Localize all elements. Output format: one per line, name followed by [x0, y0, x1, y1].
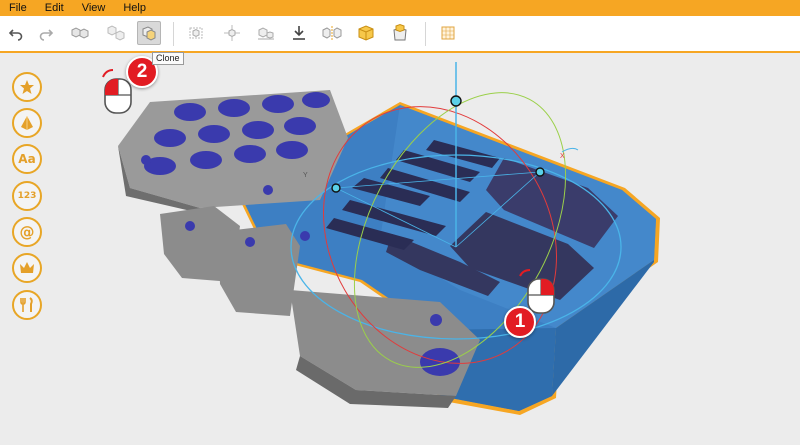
menu-bar: File Edit View Help: [0, 0, 800, 16]
toolbar-separator: [425, 22, 426, 46]
grid-icon: [441, 26, 455, 40]
at-icon: @: [19, 223, 35, 241]
distribute-button[interactable]: [220, 21, 244, 45]
tools-icon: [20, 297, 33, 312]
crown-icon: [20, 262, 34, 273]
step-callout-1: 1: [504, 306, 536, 338]
toolbar-separator: [173, 22, 174, 46]
align-button[interactable]: [184, 21, 208, 45]
menu-view[interactable]: View: [73, 0, 115, 16]
premium-button[interactable]: [12, 253, 42, 283]
group-button[interactable]: [68, 21, 92, 45]
symbols-button[interactable]: @: [12, 217, 42, 247]
arrange-icon: [258, 27, 274, 40]
number-icon: 123: [17, 191, 37, 201]
undo-button[interactable]: [4, 21, 28, 45]
ungroup-button[interactable]: [104, 21, 128, 45]
numbers-button[interactable]: 123: [12, 181, 42, 211]
clone-tooltip: Clone: [152, 52, 184, 65]
drop-to-floor-button[interactable]: [287, 21, 311, 45]
align-icon: [189, 27, 203, 39]
group-icon: [71, 27, 89, 39]
text-button[interactable]: Aa: [12, 144, 42, 174]
grid-button[interactable]: [436, 21, 460, 45]
undo-icon: [8, 29, 23, 41]
delete-cube-icon: [393, 23, 407, 41]
menu-file[interactable]: File: [0, 0, 36, 16]
shapes-icon: [21, 116, 33, 130]
gizmo-handle-right[interactable]: [535, 167, 545, 177]
toolbar: [0, 16, 800, 53]
mirror-button[interactable]: [320, 21, 344, 45]
axis-label-y: Y: [303, 172, 308, 179]
star-icon: [20, 80, 34, 94]
distribute-icon: [224, 25, 240, 41]
mirror-icon: [322, 26, 342, 40]
ungroup-icon: [107, 25, 125, 41]
drop-to-floor-icon: [293, 26, 305, 40]
redo-icon: [39, 29, 54, 41]
gizmo-handle-top[interactable]: [450, 95, 462, 107]
text-icon: Aa: [18, 152, 36, 166]
3d-viewport[interactable]: Y X 1 2: [0, 53, 800, 445]
shapes-button[interactable]: [12, 108, 42, 138]
hollow-button[interactable]: [354, 21, 378, 45]
3d-scene[interactable]: Y X: [0, 53, 800, 445]
axis-label-x: X: [560, 153, 565, 160]
clone-button[interactable]: [137, 21, 161, 45]
delete-button[interactable]: [388, 21, 412, 45]
menu-edit[interactable]: Edit: [36, 0, 73, 16]
clone-icon: [142, 26, 156, 41]
arrange-button[interactable]: [254, 21, 278, 45]
tools-button[interactable]: [12, 290, 42, 320]
favorites-button[interactable]: [12, 72, 42, 102]
menu-help[interactable]: Help: [114, 0, 155, 16]
gizmo-handle-left[interactable]: [331, 183, 341, 193]
hollow-cube-icon: [358, 25, 374, 41]
redo-button[interactable]: [34, 21, 58, 45]
